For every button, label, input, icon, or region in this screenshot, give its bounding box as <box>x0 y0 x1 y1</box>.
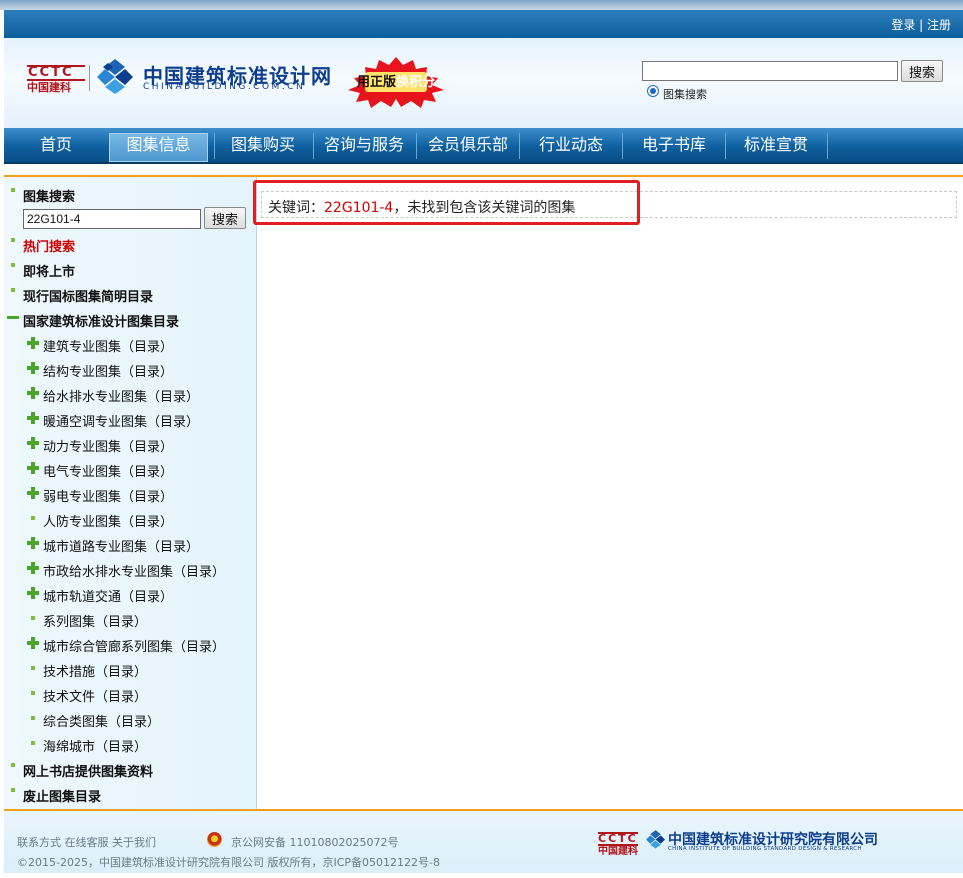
sidebar-category-item[interactable]: 城市道路专业图集（目录） <box>43 536 199 555</box>
sidebar-category-item[interactable]: 弱电专业图集（目录） <box>43 486 173 505</box>
search-type-label: 图集搜索 <box>663 88 707 101</box>
sidebar-category-item[interactable]: 技术措施（目录） <box>43 661 147 680</box>
sidebar-item-online-store[interactable]: 网上书店提供图集资料 <box>23 761 153 780</box>
nav-ebook-library[interactable]: 电子书库 <box>624 128 724 162</box>
bullet-icon <box>31 666 35 670</box>
expand-plus-icon[interactable] <box>27 487 39 499</box>
nav-atlas-info[interactable]: 图集信息 <box>109 128 208 162</box>
promo-text[interactable]: 用正版换积分 <box>345 71 447 90</box>
footer-org-name-en: CHINA INSTITUTE OF BUILDING STANDARD DES… <box>668 846 862 852</box>
expand-plus-icon[interactable] <box>27 587 39 599</box>
nav-atlas-purchase[interactable]: 图集购买 <box>216 128 310 162</box>
search-input[interactable] <box>642 61 898 81</box>
sidebar-category-item[interactable]: 电气专业图集（目录） <box>43 461 173 480</box>
sidebar-category-item[interactable]: 动力专业图集（目录） <box>43 436 173 455</box>
expand-plus-icon[interactable] <box>27 362 39 374</box>
sidebar-category-item[interactable]: 人防专业图集（目录） <box>43 511 173 530</box>
expand-plus-icon[interactable] <box>27 537 39 549</box>
nav-divider <box>725 133 726 159</box>
nav-divider <box>827 133 828 159</box>
sidebar-category-item[interactable]: 技术文件（目录） <box>43 686 147 705</box>
nav-divider <box>416 133 417 159</box>
sidebar-category-item[interactable]: 市政给水排水专业图集（目录） <box>43 561 225 580</box>
promo-text-part2: 换积分 <box>396 75 436 90</box>
nav-divider <box>519 133 520 159</box>
sidebar-category-item[interactable]: 结构专业图集（目录） <box>43 361 173 380</box>
expand-plus-icon[interactable] <box>27 562 39 574</box>
chinabuilding-logo-icon <box>97 59 133 94</box>
sidebar-search-button[interactable]: 搜索 <box>204 207 246 229</box>
sidebar-category-item[interactable]: 系列图集（目录） <box>43 611 147 630</box>
expand-plus-icon[interactable] <box>27 412 39 424</box>
nav-industry-news[interactable]: 行业动态 <box>521 128 621 162</box>
bullet-icon <box>11 238 15 242</box>
footer-copyright: ©2015-2025，中国建筑标准设计研究院有限公司 版权所有，京ICP备050… <box>17 856 440 869</box>
site-domain: CHINABUILDING.COM.CN <box>143 82 306 92</box>
cctc-logo-cn: 中国建科 <box>27 81 71 94</box>
expand-plus-icon[interactable] <box>27 437 39 449</box>
sidebar-category-item[interactable]: 暖通空调专业图集（目录） <box>43 411 199 430</box>
sidebar-category-item[interactable]: 建筑专业图集（目录） <box>43 336 173 355</box>
top-bar <box>4 10 963 38</box>
sidebar-search-input[interactable] <box>23 209 201 229</box>
nav-home[interactable]: 首页 <box>14 128 98 162</box>
footer-org-logo-icon <box>646 830 665 849</box>
sidebar-category-item[interactable]: 城市综合管廊系列图集（目录） <box>43 636 225 655</box>
bullet-icon <box>31 691 35 695</box>
cctc-logo-letters: CCTC <box>27 65 85 81</box>
bullet-icon <box>31 741 35 745</box>
sidebar-category-item[interactable]: 海绵城市（目录） <box>43 736 147 755</box>
sidebar-item-coming-soon[interactable]: 即将上市 <box>23 261 75 280</box>
bullet-icon <box>31 716 35 720</box>
nav-consulting[interactable]: 咨询与服务 <box>314 128 414 162</box>
bullet-icon <box>11 263 15 267</box>
sidebar-category-item[interactable]: 城市轨道交通（目录） <box>43 586 173 605</box>
sidebar-item-abolished[interactable]: 废止图集目录 <box>23 786 101 805</box>
bullet-icon <box>11 788 15 792</box>
cctc-logo[interactable]: CCTC 中国建科 <box>27 65 85 94</box>
expand-plus-icon[interactable] <box>27 637 39 649</box>
footer-links[interactable]: 联系方式 在线客服 关于我们 <box>17 834 156 850</box>
sidebar-item-national-catalog[interactable]: 国家建筑标准设计图集目录 <box>23 311 179 330</box>
footer-cctc-cn: 中国建科 <box>598 846 638 857</box>
nav-standard-promotion[interactable]: 标准宣贯 <box>727 128 825 162</box>
logo-divider <box>89 65 90 91</box>
footer-police-record[interactable]: 京公网安备 11010802025072号 <box>231 834 398 850</box>
expand-plus-icon[interactable] <box>27 387 39 399</box>
bullet-icon <box>31 616 35 620</box>
search-button[interactable]: 搜索 <box>901 60 943 82</box>
collapse-minus-icon[interactable] <box>7 316 19 319</box>
login-register-link[interactable]: 登录 | 注册 <box>891 16 951 33</box>
bullet-icon <box>11 763 15 767</box>
bullet-icon <box>11 188 15 192</box>
expand-plus-icon[interactable] <box>27 337 39 349</box>
browser-top-strip <box>0 0 963 10</box>
police-badge-icon <box>207 832 222 847</box>
search-type-radio[interactable] <box>647 85 659 97</box>
bullet-icon <box>11 288 15 292</box>
bullet-icon <box>31 516 35 520</box>
sidebar-item-current-catalog[interactable]: 现行国标图集简明目录 <box>23 286 153 305</box>
footer-cctc-logo: CCTC 中国建科 <box>598 832 638 857</box>
nav-divider <box>622 133 623 159</box>
sidebar-category-item[interactable]: 综合类图集（目录） <box>43 711 160 730</box>
sidebar-search-title: 图集搜索 <box>23 190 76 205</box>
nav-divider <box>214 133 215 159</box>
footer-cctc-letters: CCTC <box>598 832 638 846</box>
expand-plus-icon[interactable] <box>27 462 39 474</box>
sidebar-category-item[interactable]: 给水排水专业图集（目录） <box>43 386 199 405</box>
nav-member-club[interactable]: 会员俱乐部 <box>418 128 518 162</box>
promo-text-part1: 用正版 <box>356 75 396 90</box>
sidebar-item-hot-search[interactable]: 热门搜索 <box>23 236 75 255</box>
highlight-annotation <box>253 180 640 225</box>
